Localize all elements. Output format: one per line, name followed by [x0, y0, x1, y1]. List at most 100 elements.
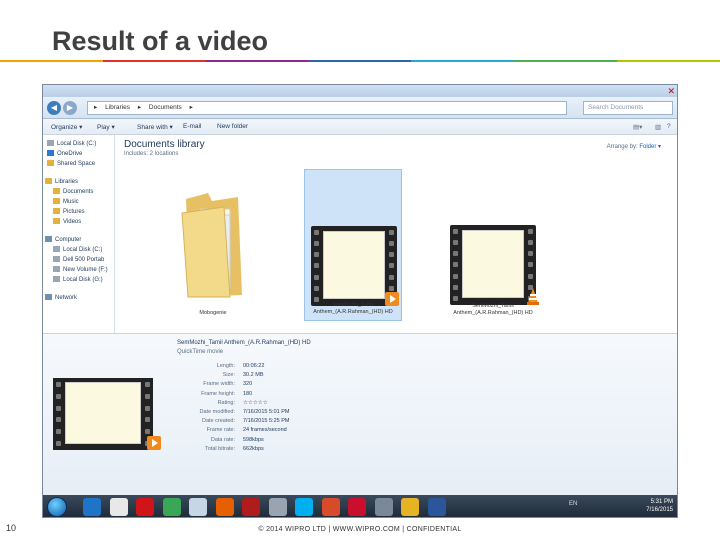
notepad-icon[interactable] — [189, 498, 207, 516]
video-tile[interactable]: SeniMozhi_Tamil Anthem_(A.R.Rahman_(HD) … — [444, 169, 542, 321]
tray-language[interactable]: EN — [569, 501, 577, 507]
nav-item-icon — [45, 294, 52, 301]
nav-item[interactable]: Dell 500 Portab — [53, 255, 104, 265]
nav-item-icon — [53, 198, 60, 205]
rule-segment — [617, 60, 720, 62]
preview-pane-icon[interactable]: ▥ — [655, 123, 661, 131]
nav-item[interactable]: Local Disk (C:) — [53, 245, 102, 255]
acrobat-icon[interactable] — [348, 498, 366, 516]
rule-segment — [205, 60, 309, 62]
chrome-canary-icon[interactable] — [401, 498, 419, 516]
rule-segment — [0, 60, 103, 62]
nav-item[interactable]: Documents — [53, 187, 93, 197]
property-value: 30.2 MB — [243, 372, 264, 379]
email-button[interactable]: E-mail — [183, 123, 201, 130]
nav-item[interactable]: OneDrive — [47, 149, 82, 159]
property-key: Date created: — [201, 418, 235, 425]
resize-icon[interactable] — [374, 498, 393, 516]
breadcrumb[interactable]: ▸ Libraries ▸ Documents ▸ — [87, 101, 567, 115]
forward-button[interactable]: ▶ — [63, 101, 77, 115]
tray-date: 7/16/2015 — [646, 507, 673, 513]
arrange-by[interactable]: Arrange by: Folder ▾ — [607, 143, 661, 150]
video-thumbnail — [450, 225, 536, 305]
breadcrumb-documents[interactable]: Documents — [149, 104, 182, 111]
navigation-pane: Local Disk (C:) OneDrive Shared Space Libra… — [43, 135, 115, 333]
tray-clock[interactable]: 5:31 PM 7/16/2015 — [646, 498, 673, 514]
media-player-icon[interactable] — [109, 498, 128, 516]
window-titlebar: ✕ — [43, 85, 677, 97]
library-title: Documents library — [124, 139, 205, 150]
nav-item[interactable]: Videos — [53, 217, 81, 227]
property-value: 24 frames/second — [243, 427, 287, 434]
property-value: 7/16/2015 5:25 PM — [243, 418, 290, 425]
property-row: Size: 30.2 MB — [153, 371, 413, 380]
new-folder-button[interactable]: New folder — [217, 123, 248, 130]
slide-title: Result of a video — [52, 26, 269, 56]
view-options-icon[interactable]: ▤▾ — [633, 123, 642, 131]
nav-item-label: Libraries — [55, 179, 79, 185]
chrome-icon[interactable] — [162, 498, 181, 516]
nav-item-label: Network — [55, 295, 78, 301]
help-icon[interactable]: ? — [667, 123, 671, 130]
firefox-icon[interactable] — [215, 498, 234, 516]
skype-icon[interactable] — [295, 498, 313, 516]
share-menu[interactable]: Share with ▾ — [137, 123, 173, 131]
nav-item-icon — [45, 178, 52, 185]
property-key: Length: — [216, 363, 235, 369]
property-key: Rating: — [217, 399, 235, 406]
nav-item-label: Documents — [63, 189, 94, 195]
search-input[interactable]: Search Documents — [583, 101, 673, 115]
property-value[interactable]: ☆☆☆☆☆ — [243, 399, 268, 408]
library-locations[interactable]: Includes: 2 locations — [124, 151, 178, 157]
folder-tile[interactable]: Mobogenie — [164, 169, 262, 321]
nav-item-icon — [45, 236, 52, 243]
breadcrumb-folder-icon: ▸ — [94, 104, 98, 111]
property-row: Total bitrate: 662kbps — [153, 445, 413, 454]
nav-item-icon — [47, 150, 54, 157]
nav-item-label: OneDrive — [57, 151, 83, 157]
compass-icon[interactable] — [268, 498, 287, 516]
back-button[interactable]: ◀ — [47, 101, 61, 115]
folder-icon — [181, 193, 242, 298]
nav-item-icon — [53, 276, 60, 283]
nav-item[interactable]: Local Disk (C:) — [47, 139, 96, 149]
start-button[interactable] — [47, 497, 67, 517]
nav-item-label: Local Disk (C:) — [63, 247, 103, 253]
property-row: Date modified: 7/16/2015 5:01 PM — [153, 408, 413, 417]
record-icon[interactable] — [242, 498, 260, 516]
nav-item[interactable]: Network — [45, 293, 77, 303]
title-rule — [0, 60, 720, 62]
nav-item-icon — [53, 188, 60, 195]
property-row: Rating: ☆☆☆☆☆ — [153, 399, 413, 408]
play-menu[interactable]: Play ▾ — [97, 123, 115, 131]
opera-icon[interactable] — [136, 498, 154, 516]
close-icon[interactable]: ✕ — [667, 85, 675, 97]
property-row: Data rate: 598kbps — [153, 436, 413, 445]
nav-item[interactable]: Libraries — [45, 177, 78, 187]
property-value: 320 — [243, 381, 253, 388]
video-name: SeniMozhi_Tamil Anthem_(A.R.Rahman_(HD) … — [453, 303, 533, 316]
ie-icon[interactable] — [83, 498, 101, 516]
nav-item[interactable]: Computer — [45, 235, 81, 245]
nav-item-label: Videos — [63, 219, 82, 225]
property-value: 662kbps — [243, 445, 264, 452]
nav-item[interactable]: Shared Space — [47, 159, 95, 169]
property-row: Length: 00:06:22 — [153, 362, 413, 371]
nav-item-label: Shared Space — [57, 161, 96, 167]
nav-item[interactable]: Pictures — [53, 207, 85, 217]
property-value: 180 — [243, 390, 253, 397]
breadcrumb-libraries[interactable]: Libraries — [105, 104, 130, 111]
nav-item-icon — [53, 218, 60, 225]
nav-item[interactable]: Local Disk (G:) — [53, 275, 103, 285]
nav-item-icon — [47, 140, 54, 147]
video-tile-selected[interactable]: SeniMozhi_Tamil Anthem_(A.R.Rahman_(HD) … — [304, 169, 402, 321]
organize-menu[interactable]: Organize ▾ — [51, 123, 82, 131]
details-file-type: QuickTime movie — [177, 349, 224, 355]
property-key: Frame rate: — [206, 427, 235, 434]
nav-item[interactable]: Music — [53, 197, 79, 207]
nav-item[interactable]: New Volume (F:) — [53, 265, 108, 275]
property-row: Frame rate: 24 frames/second — [153, 426, 413, 435]
paint-icon[interactable] — [321, 498, 340, 516]
command-toolbar: Organize ▾ Play ▾ Share with ▾ E-mail Ne… — [43, 119, 677, 135]
word-icon[interactable] — [427, 498, 446, 516]
